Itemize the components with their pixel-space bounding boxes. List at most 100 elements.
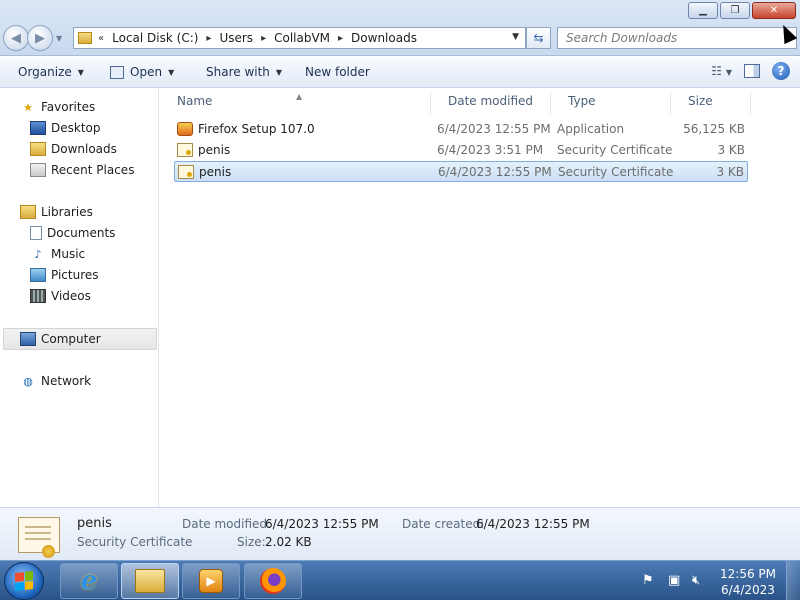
- pictures-icon: [30, 268, 46, 282]
- help-icon: ?: [777, 64, 785, 78]
- preview-pane-button[interactable]: [744, 64, 760, 78]
- file-type: Security Certificate: [558, 165, 674, 179]
- show-desktop-button[interactable]: [786, 561, 800, 600]
- address-dropdown-icon[interactable]: ▼: [512, 32, 519, 42]
- window-titlebar: ▁ ❐ ✕ ◀ ▶ ▼ « Local Disk (C:) ▸ Users ▸ …: [0, 0, 800, 56]
- file-list: Name ▲ Date modified Type Size Firefox S…: [160, 88, 800, 507]
- forward-button[interactable]: ▶: [27, 25, 53, 51]
- window-controls: ▁ ❐ ✕: [688, 2, 796, 19]
- sidebar-item-label: Downloads: [51, 142, 117, 156]
- new-folder-button[interactable]: New folder: [305, 65, 370, 79]
- sidebar-item-videos[interactable]: Videos: [30, 286, 91, 306]
- sidebar-item-downloads[interactable]: Downloads: [30, 139, 117, 159]
- maximize-button[interactable]: ❐: [720, 2, 750, 19]
- file-date-modified: 6/4/2023 12:55 PM: [438, 165, 552, 179]
- help-button[interactable]: ?: [772, 62, 790, 80]
- table-row[interactable]: Firefox Setup 107.0 6/4/2023 12:55 PM Ap…: [174, 119, 748, 140]
- taskbar-firefox[interactable]: [244, 563, 302, 599]
- column-header-label: Name: [177, 94, 213, 108]
- breadcrumb-collabvm[interactable]: CollabVM: [274, 31, 330, 45]
- change-view-button[interactable]: ☷ ▼: [711, 64, 732, 78]
- address-bar[interactable]: « Local Disk (C:) ▸ Users ▸ CollabVM ▸ D…: [73, 27, 526, 49]
- file-size: 3 KB: [717, 143, 745, 157]
- downloads-folder-icon: [30, 142, 46, 156]
- breadcrumb-separator-icon[interactable]: ▸: [338, 33, 343, 44]
- clock[interactable]: 12:56 PM 6/4/2023: [720, 566, 776, 598]
- details-date-modified-label: Date modified:: [182, 517, 272, 531]
- clock-time: 12:56 PM: [720, 567, 776, 581]
- computer-icon: [20, 332, 36, 346]
- windows-explorer-icon: [135, 569, 165, 593]
- sidebar-item-documents[interactable]: Documents: [30, 223, 115, 243]
- chevron-down-icon: ▼: [725, 68, 732, 77]
- details-pane: penis Security Certificate Date modified…: [0, 507, 800, 560]
- minimize-icon: ▁: [699, 5, 707, 16]
- column-header-name[interactable]: Name ▲: [160, 92, 431, 114]
- sidebar-item-label: Music: [51, 247, 86, 261]
- sidebar-item-desktop[interactable]: Desktop: [30, 118, 101, 138]
- close-button[interactable]: ✕: [752, 2, 796, 19]
- clock-date: 6/4/2023: [721, 583, 775, 597]
- system-tray: ⚑ ▣ 🔇︎ 12:56 PM 6/4/2023: [638, 561, 800, 600]
- address-overflow-chevron[interactable]: «: [98, 33, 104, 44]
- windows-logo-icon: [15, 571, 33, 591]
- share-with-button[interactable]: Share with ▼: [206, 65, 282, 79]
- column-header-label: Date modified: [448, 94, 534, 108]
- chevron-down-icon: ▼: [275, 67, 283, 77]
- back-button[interactable]: ◀: [3, 25, 29, 51]
- breadcrumb-separator-icon[interactable]: ▸: [206, 33, 211, 44]
- navigation-buttons: ◀ ▶ ▼: [3, 25, 62, 51]
- network-status-icon[interactable]: ▣: [668, 573, 680, 588]
- volume-muted-icon[interactable]: 🔇︎: [692, 573, 700, 588]
- sidebar-item-label: Desktop: [51, 121, 101, 135]
- details-size-value: 2.02 KB: [265, 535, 312, 549]
- breadcrumb-users[interactable]: Users: [219, 31, 253, 45]
- column-header-date-modified[interactable]: Date modified: [431, 92, 551, 114]
- taskbar-internet-explorer[interactable]: e: [60, 563, 118, 599]
- sidebar-item-label: Pictures: [51, 268, 99, 282]
- navigation-pane: ★ Favorites Desktop Downloads Recent Plac…: [0, 88, 159, 507]
- sidebar-item-favorites[interactable]: ★ Favorites: [20, 97, 95, 117]
- details-view-icon: ☷: [711, 64, 723, 78]
- search-input[interactable]: Search Downloads: [557, 27, 797, 49]
- file-type: Application: [557, 122, 625, 136]
- file-name: Firefox Setup 107.0: [198, 122, 315, 136]
- documents-icon: [30, 226, 42, 240]
- table-row-selected[interactable]: penis 6/4/2023 12:55 PM Security Certifi…: [174, 161, 748, 182]
- music-note-icon: ♪: [34, 247, 42, 261]
- column-header-size[interactable]: Size: [671, 92, 751, 114]
- recent-pages-dropdown-icon[interactable]: ▼: [56, 34, 62, 43]
- sidebar-item-recent-places[interactable]: Recent Places: [30, 160, 134, 180]
- column-header-type[interactable]: Type: [551, 92, 671, 114]
- start-button[interactable]: [4, 562, 44, 600]
- sidebar-item-pictures[interactable]: Pictures: [30, 265, 99, 285]
- table-row[interactable]: penis 6/4/2023 3:51 PM Security Certific…: [174, 140, 748, 161]
- breadcrumb-downloads[interactable]: Downloads: [351, 31, 417, 45]
- details-file-type: Security Certificate: [77, 535, 193, 549]
- breadcrumb-local-disk[interactable]: Local Disk (C:): [112, 31, 198, 45]
- details-date-created-label: Date created:: [402, 517, 485, 531]
- sidebar-item-network[interactable]: ◍ Network: [20, 371, 91, 391]
- sidebar-item-music[interactable]: ♪ Music: [30, 244, 85, 264]
- firefox-icon: [260, 568, 286, 594]
- sidebar-item-libraries[interactable]: Libraries: [20, 202, 93, 222]
- sidebar-item-label: Videos: [51, 289, 91, 303]
- minimize-button[interactable]: ▁: [688, 2, 718, 19]
- file-type: Security Certificate: [557, 143, 673, 157]
- details-size-label: Size:: [237, 535, 266, 549]
- breadcrumb-separator-icon[interactable]: ▸: [261, 33, 266, 44]
- sidebar-item-label: Libraries: [41, 205, 93, 219]
- taskbar-media-player[interactable]: ▶: [182, 563, 240, 599]
- file-name: penis: [199, 165, 232, 179]
- libraries-icon: [20, 205, 36, 219]
- refresh-button[interactable]: ⇆: [526, 27, 551, 49]
- sidebar-item-computer[interactable]: Computer: [20, 329, 101, 349]
- firefox-setup-icon: [177, 122, 193, 136]
- action-center-flag-icon[interactable]: ⚑: [642, 573, 654, 588]
- taskbar: e ▶ ⚑ ▣ 🔇︎ 12:56 PM 6/4/2023: [0, 560, 800, 600]
- sidebar-item-label: Favorites: [41, 100, 96, 114]
- taskbar-windows-explorer[interactable]: [121, 563, 179, 599]
- organize-button[interactable]: Organize ▼: [18, 65, 84, 79]
- open-button[interactable]: Open ▼: [110, 65, 174, 79]
- sidebar-item-label: Documents: [47, 226, 116, 240]
